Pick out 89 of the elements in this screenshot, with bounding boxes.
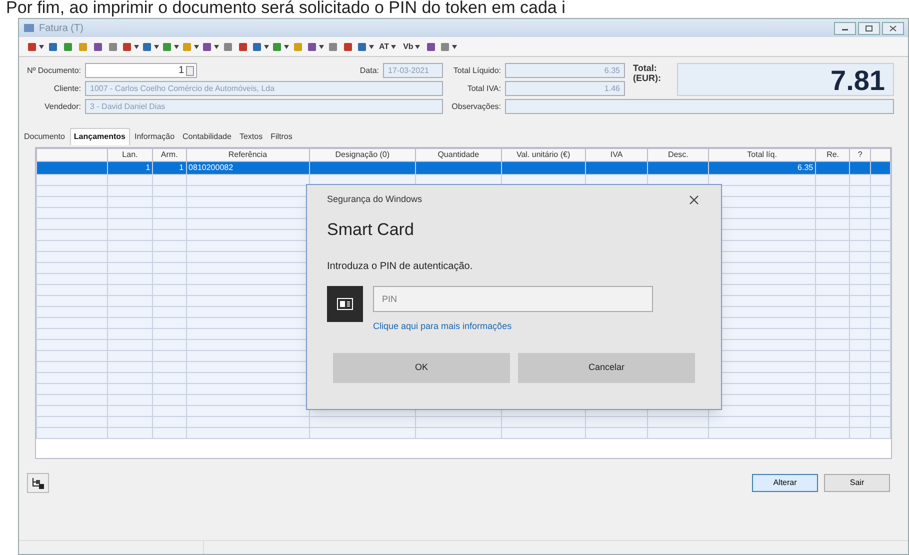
field-label: Nº Documento: — [26, 64, 81, 76]
field-label: Data: — [360, 64, 379, 76]
tree-icon — [31, 476, 45, 490]
toolbar-button[interactable] — [357, 40, 374, 52]
pin-field[interactable]: PIN — [373, 286, 653, 312]
field-label: Vendedor: — [44, 100, 81, 112]
tab[interactable]: Filtros — [268, 128, 296, 145]
app-icon — [23, 22, 35, 34]
dialog-message: Introduza o PIN de autenticação. — [327, 260, 474, 274]
toolbar-icon — [27, 42, 37, 52]
dialog-title: Smart Card — [327, 219, 415, 241]
more-info-link[interactable]: Clique aqui para mais informações — [373, 320, 653, 333]
toolbar-button[interactable] — [440, 40, 458, 52]
column-header: Arm. — [152, 148, 186, 162]
toolbar-button[interactable] — [122, 40, 139, 52]
toolbar-icon — [440, 42, 450, 52]
close-icon — [689, 195, 699, 205]
caret-icon — [264, 44, 269, 48]
column-header: Lan. — [107, 148, 153, 162]
close-button[interactable] — [687, 193, 701, 207]
caret-icon — [391, 44, 396, 48]
column-header: Total líq. — [708, 148, 816, 162]
vat-total-field: 1.46 — [505, 81, 625, 96]
caret-icon — [174, 44, 179, 48]
caret-icon — [214, 44, 219, 48]
window-title: Fatura (T) — [39, 22, 84, 36]
toolbar-button[interactable] — [182, 40, 199, 52]
toolbar-button[interactable] — [342, 40, 354, 52]
toolbar-button[interactable] — [307, 40, 324, 52]
toolbar-button[interactable] — [252, 40, 269, 52]
tab[interactable]: Textos — [236, 128, 266, 145]
column-header: Referência — [186, 148, 310, 162]
dialog-source: Segurança do Windows — [327, 193, 422, 206]
field-label: Cliente: — [52, 82, 81, 94]
close-button[interactable] — [882, 22, 904, 34]
tab[interactable]: Contabilidade — [180, 128, 234, 145]
field-label: Total IVA: — [466, 82, 501, 94]
toolbar-button[interactable] — [27, 40, 44, 52]
tab[interactable]: Informação — [132, 128, 178, 145]
column-header: ? — [850, 148, 870, 162]
field-label: Total Líquido: — [452, 64, 501, 76]
caption-text: Por fim, ao imprimir o documento será solicitado o PIN do token em cada i — [6, 0, 566, 17]
smart-card-icon — [337, 298, 353, 310]
net-total-field: 6.35 — [505, 63, 625, 78]
maximize-icon — [865, 24, 873, 32]
caret-icon — [154, 44, 159, 48]
layout-button[interactable] — [27, 473, 49, 493]
column-header: Re. — [816, 148, 850, 162]
toolbar-button[interactable] — [142, 40, 159, 52]
toolbar-button[interactable] — [92, 40, 104, 52]
minimize-button[interactable] — [834, 22, 856, 34]
action-button[interactable]: Sair — [824, 474, 890, 492]
caret-icon — [194, 44, 199, 48]
toolbar-icon — [426, 42, 436, 52]
toolbar-button[interactable] — [272, 40, 289, 52]
notes-field[interactable] — [505, 99, 894, 114]
caret-icon — [284, 44, 289, 48]
caret-icon — [134, 44, 139, 48]
cancel-button[interactable]: Cancelar — [518, 353, 695, 383]
ok-button[interactable]: OK — [333, 353, 510, 383]
caret-icon — [452, 44, 458, 48]
toolbar-button[interactable] — [237, 40, 249, 52]
toolbar-button[interactable]: AT — [377, 40, 398, 52]
toolbar-button[interactable] — [47, 40, 59, 52]
toolbar-button[interactable]: Vb — [401, 40, 422, 52]
maximize-button[interactable] — [858, 22, 880, 34]
column-header: IVA — [585, 148, 648, 162]
toolbar-button[interactable] — [162, 40, 179, 52]
caret-icon — [415, 44, 420, 48]
field-label: Observações: — [451, 100, 501, 112]
toolbar-button[interactable] — [425, 40, 438, 52]
column-header: Val. unitário (€) — [501, 148, 586, 162]
grand-total-display: 7.81 — [677, 63, 894, 96]
caret-icon — [369, 44, 374, 48]
spinner-icon — [186, 66, 194, 76]
close-icon — [889, 24, 897, 32]
tab[interactable]: Lançamentos — [70, 128, 130, 145]
toolbar-button[interactable] — [202, 40, 219, 52]
tab[interactable]: Documento — [21, 128, 68, 145]
caret-icon — [39, 44, 44, 48]
action-button[interactable]: Alterar — [752, 474, 818, 492]
column-header: Designação (0) — [309, 148, 416, 162]
currency-label: (EUR): — [633, 73, 662, 83]
document-number-field[interactable]: 1 — [85, 63, 197, 78]
column-header: Desc. — [648, 148, 708, 162]
table-row[interactable]: 1 1 0810200082 6.35 — [36, 162, 890, 174]
caret-icon — [319, 44, 324, 48]
column-header: Quantidade — [415, 148, 502, 162]
total-label: Total: — [633, 63, 658, 73]
